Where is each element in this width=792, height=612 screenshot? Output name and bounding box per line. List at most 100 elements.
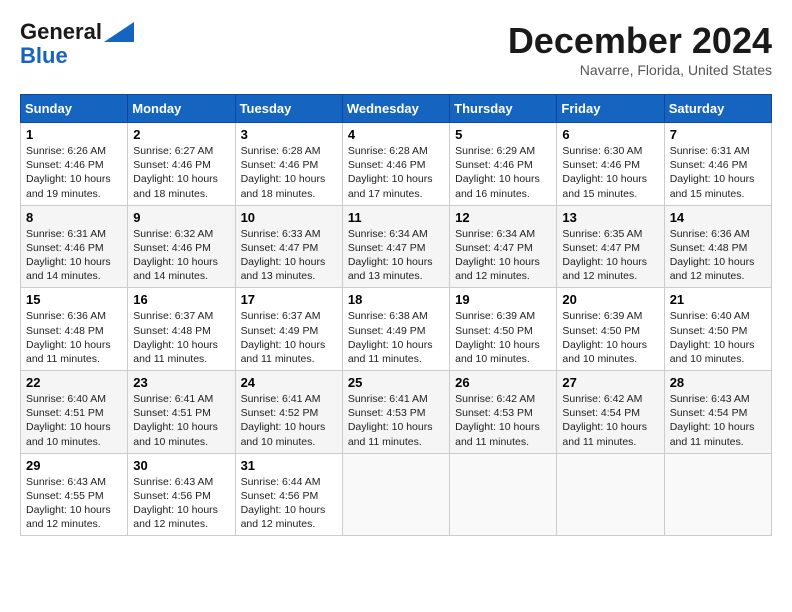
calendar-cell: 3 Sunrise: 6:28 AM Sunset: 4:46 PM Daylig…	[235, 123, 342, 206]
weekday-header-friday: Friday	[557, 95, 664, 123]
calendar-cell: 18 Sunrise: 6:38 AM Sunset: 4:49 PM Dayli…	[342, 288, 449, 371]
day-number: 19	[455, 292, 551, 307]
day-info: Sunrise: 6:38 AM Sunset: 4:49 PM Dayligh…	[348, 309, 444, 366]
day-number: 21	[670, 292, 766, 307]
calendar-cell: 19 Sunrise: 6:39 AM Sunset: 4:50 PM Dayli…	[450, 288, 557, 371]
day-number: 22	[26, 375, 122, 390]
day-info: Sunrise: 6:41 AM Sunset: 4:51 PM Dayligh…	[133, 392, 229, 449]
day-info: Sunrise: 6:40 AM Sunset: 4:51 PM Dayligh…	[26, 392, 122, 449]
day-info: Sunrise: 6:41 AM Sunset: 4:52 PM Dayligh…	[241, 392, 337, 449]
logo-blue: Blue	[20, 44, 68, 68]
day-info: Sunrise: 6:42 AM Sunset: 4:54 PM Dayligh…	[562, 392, 658, 449]
day-info: Sunrise: 6:27 AM Sunset: 4:46 PM Dayligh…	[133, 144, 229, 201]
day-info: Sunrise: 6:28 AM Sunset: 4:46 PM Dayligh…	[348, 144, 444, 201]
day-number: 2	[133, 127, 229, 142]
calendar-cell: 27 Sunrise: 6:42 AM Sunset: 4:54 PM Dayli…	[557, 371, 664, 454]
day-number: 16	[133, 292, 229, 307]
day-number: 13	[562, 210, 658, 225]
day-number: 20	[562, 292, 658, 307]
day-info: Sunrise: 6:33 AM Sunset: 4:47 PM Dayligh…	[241, 227, 337, 284]
day-info: Sunrise: 6:34 AM Sunset: 4:47 PM Dayligh…	[348, 227, 444, 284]
day-info: Sunrise: 6:30 AM Sunset: 4:46 PM Dayligh…	[562, 144, 658, 201]
day-number: 27	[562, 375, 658, 390]
calendar-cell: 4 Sunrise: 6:28 AM Sunset: 4:46 PM Daylig…	[342, 123, 449, 206]
day-info: Sunrise: 6:36 AM Sunset: 4:48 PM Dayligh…	[670, 227, 766, 284]
day-info: Sunrise: 6:42 AM Sunset: 4:53 PM Dayligh…	[455, 392, 551, 449]
calendar-cell: 21 Sunrise: 6:40 AM Sunset: 4:50 PM Dayli…	[664, 288, 771, 371]
day-number: 8	[26, 210, 122, 225]
calendar-week-1: 1 Sunrise: 6:26 AM Sunset: 4:46 PM Daylig…	[21, 123, 772, 206]
calendar-cell	[664, 453, 771, 536]
calendar-cell: 30 Sunrise: 6:43 AM Sunset: 4:56 PM Dayli…	[128, 453, 235, 536]
calendar-cell: 16 Sunrise: 6:37 AM Sunset: 4:48 PM Dayli…	[128, 288, 235, 371]
calendar-cell: 25 Sunrise: 6:41 AM Sunset: 4:53 PM Dayli…	[342, 371, 449, 454]
calendar-cell: 14Sunrise: 6:36 AM Sunset: 4:48 PM Dayli…	[664, 205, 771, 288]
calendar-week-5: 29 Sunrise: 6:43 AM Sunset: 4:55 PM Dayli…	[21, 453, 772, 536]
day-info: Sunrise: 6:39 AM Sunset: 4:50 PM Dayligh…	[562, 309, 658, 366]
day-info: Sunrise: 6:28 AM Sunset: 4:46 PM Dayligh…	[241, 144, 337, 201]
logo: General Blue	[20, 20, 134, 68]
logo-general: General	[20, 19, 102, 44]
day-number: 29	[26, 458, 122, 473]
day-info: Sunrise: 6:41 AM Sunset: 4:53 PM Dayligh…	[348, 392, 444, 449]
day-number: 4	[348, 127, 444, 142]
day-number: 3	[241, 127, 337, 142]
weekday-header-saturday: Saturday	[664, 95, 771, 123]
calendar-cell: 28Sunrise: 6:43 AM Sunset: 4:54 PM Dayli…	[664, 371, 771, 454]
day-number: 23	[133, 375, 229, 390]
calendar-cell: 17Sunrise: 6:37 AM Sunset: 4:49 PM Dayli…	[235, 288, 342, 371]
calendar-cell: 6Sunrise: 6:30 AM Sunset: 4:46 PM Daylig…	[557, 123, 664, 206]
calendar-cell: 9 Sunrise: 6:32 AM Sunset: 4:46 PM Daylig…	[128, 205, 235, 288]
logo-icon	[104, 22, 134, 42]
day-number: 30	[133, 458, 229, 473]
weekday-header-tuesday: Tuesday	[235, 95, 342, 123]
day-number: 15	[26, 292, 122, 307]
day-info: Sunrise: 6:43 AM Sunset: 4:56 PM Dayligh…	[133, 475, 229, 532]
day-number: 10	[241, 210, 337, 225]
day-info: Sunrise: 6:29 AM Sunset: 4:46 PM Dayligh…	[455, 144, 551, 201]
calendar-cell: 13Sunrise: 6:35 AM Sunset: 4:47 PM Dayli…	[557, 205, 664, 288]
calendar-cell: 24 Sunrise: 6:41 AM Sunset: 4:52 PM Dayli…	[235, 371, 342, 454]
calendar-header-row: SundayMondayTuesdayWednesdayThursdayFrid…	[21, 95, 772, 123]
day-info: Sunrise: 6:40 AM Sunset: 4:50 PM Dayligh…	[670, 309, 766, 366]
day-number: 1	[26, 127, 122, 142]
calendar-cell: 29 Sunrise: 6:43 AM Sunset: 4:55 PM Dayli…	[21, 453, 128, 536]
day-number: 11	[348, 210, 444, 225]
location: Navarre, Florida, United States	[508, 62, 772, 78]
day-number: 26	[455, 375, 551, 390]
day-number: 18	[348, 292, 444, 307]
weekday-header-thursday: Thursday	[450, 95, 557, 123]
day-number: 9	[133, 210, 229, 225]
calendar-cell: 2 Sunrise: 6:27 AM Sunset: 4:46 PM Daylig…	[128, 123, 235, 206]
day-number: 5	[455, 127, 551, 142]
day-info: Sunrise: 6:31 AM Sunset: 4:46 PM Dayligh…	[26, 227, 122, 284]
calendar-body: 1 Sunrise: 6:26 AM Sunset: 4:46 PM Daylig…	[21, 123, 772, 536]
day-info: Sunrise: 6:44 AM Sunset: 4:56 PM Dayligh…	[241, 475, 337, 532]
day-info: Sunrise: 6:36 AM Sunset: 4:48 PM Dayligh…	[26, 309, 122, 366]
day-number: 7	[670, 127, 766, 142]
weekday-header-sunday: Sunday	[21, 95, 128, 123]
calendar-table: SundayMondayTuesdayWednesdayThursdayFrid…	[20, 94, 772, 536]
calendar-cell	[342, 453, 449, 536]
day-number: 25	[348, 375, 444, 390]
day-info: Sunrise: 6:37 AM Sunset: 4:48 PM Dayligh…	[133, 309, 229, 366]
calendar-cell: 5 Sunrise: 6:29 AM Sunset: 4:46 PM Daylig…	[450, 123, 557, 206]
calendar-cell: 26 Sunrise: 6:42 AM Sunset: 4:53 PM Dayli…	[450, 371, 557, 454]
calendar-cell	[450, 453, 557, 536]
day-number: 17	[241, 292, 337, 307]
month-title: December 2024	[508, 20, 772, 62]
calendar-week-4: 22 Sunrise: 6:40 AM Sunset: 4:51 PM Dayli…	[21, 371, 772, 454]
page-header: General Blue December 2024 Navarre, Flor…	[20, 20, 772, 78]
weekday-header-monday: Monday	[128, 95, 235, 123]
weekday-header-wednesday: Wednesday	[342, 95, 449, 123]
day-info: Sunrise: 6:34 AM Sunset: 4:47 PM Dayligh…	[455, 227, 551, 284]
day-info: Sunrise: 6:26 AM Sunset: 4:46 PM Dayligh…	[26, 144, 122, 201]
day-info: Sunrise: 6:31 AM Sunset: 4:46 PM Dayligh…	[670, 144, 766, 201]
calendar-cell: 12Sunrise: 6:34 AM Sunset: 4:47 PM Dayli…	[450, 205, 557, 288]
day-info: Sunrise: 6:43 AM Sunset: 4:55 PM Dayligh…	[26, 475, 122, 532]
calendar-cell: 8 Sunrise: 6:31 AM Sunset: 4:46 PM Daylig…	[21, 205, 128, 288]
day-info: Sunrise: 6:32 AM Sunset: 4:46 PM Dayligh…	[133, 227, 229, 284]
day-info: Sunrise: 6:39 AM Sunset: 4:50 PM Dayligh…	[455, 309, 551, 366]
calendar-cell: 10 Sunrise: 6:33 AM Sunset: 4:47 PM Dayli…	[235, 205, 342, 288]
day-number: 24	[241, 375, 337, 390]
